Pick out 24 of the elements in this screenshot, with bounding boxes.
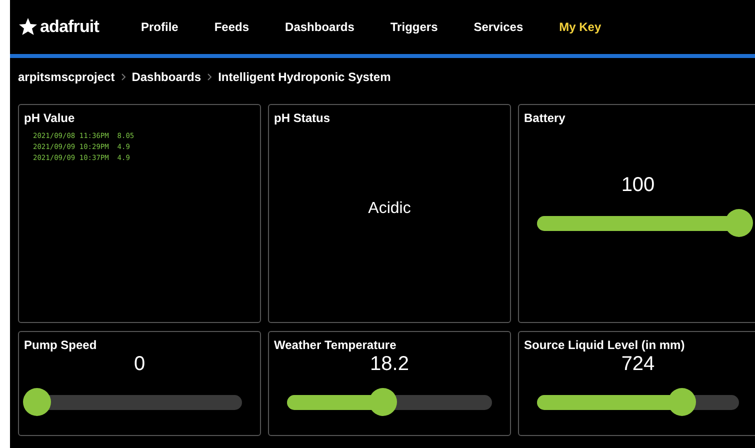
breadcrumb-link[interactable]: Intelligent Hydroponic System <box>218 68 391 86</box>
chevron-icon <box>120 73 126 81</box>
status-text: Acidic <box>368 198 411 218</box>
slider-value: 0 <box>132 352 146 376</box>
block-title: pH Status <box>273 110 332 125</box>
nav-link[interactable]: Profile <box>141 18 178 36</box>
nav-link[interactable]: My Key <box>559 18 602 36</box>
breadcrumb-link[interactable]: Dashboards <box>132 68 202 86</box>
nav-link[interactable]: Feeds <box>214 18 250 36</box>
block-title: Battery <box>523 110 566 125</box>
nav-link[interactable]: Triggers <box>390 18 438 36</box>
chevron-icon <box>207 73 212 81</box>
block-title: Weather Temperature <box>273 337 398 352</box>
slider-value: 18.2 <box>369 352 410 376</box>
block-title: Source Liquid Level (in mm) <box>523 337 686 352</box>
block-title: pH Value <box>23 110 76 125</box>
slider-value: 100 <box>620 173 656 197</box>
block-title: Pump Speed <box>23 337 98 352</box>
nav-link[interactable]: Dashboards <box>285 18 354 36</box>
star-flower-logo-icon <box>18 17 38 37</box>
nav-link[interactable]: Services <box>474 18 524 36</box>
breadcrumb-link[interactable]: arpitsmscproject <box>18 68 115 86</box>
slider-value: 724 <box>620 352 656 376</box>
logo-text: adafruit <box>40 16 99 38</box>
